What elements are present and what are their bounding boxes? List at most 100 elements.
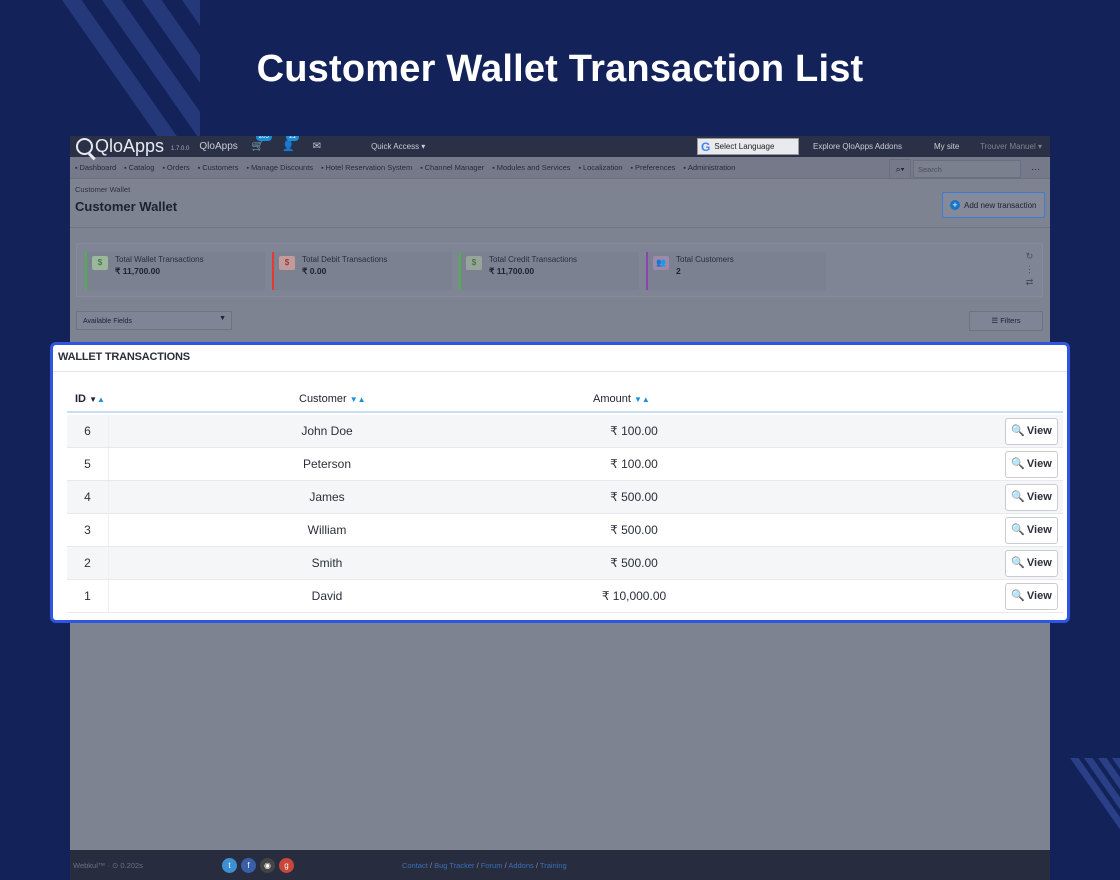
menu-item-dashboard[interactable]: Dashboard bbox=[75, 163, 116, 172]
table-row[interactable]: 4 James ₹ 500.00 🔍 View bbox=[67, 481, 1063, 514]
view-button[interactable]: 🔍 View bbox=[1005, 517, 1058, 544]
sort-desc-icon[interactable]: ▼ bbox=[350, 395, 358, 404]
logo-icon bbox=[76, 138, 93, 155]
sort-controls: ▼▲ bbox=[634, 395, 650, 404]
view-label: View bbox=[1026, 590, 1052, 602]
available-fields-select[interactable]: Available Fields ▼ bbox=[76, 311, 232, 330]
sort-desc-icon[interactable]: ▼ bbox=[89, 395, 97, 404]
search-input[interactable]: Search bbox=[913, 160, 1021, 178]
twitter-icon[interactable]: t bbox=[221, 857, 237, 873]
messages-notification[interactable]: ✉ bbox=[313, 141, 321, 152]
menu-item-modules[interactable]: Modules and Services bbox=[492, 163, 571, 172]
customers-notification[interactable]: 👤 21 bbox=[282, 136, 299, 152]
column-header-id: ID ▼▲ bbox=[75, 393, 105, 405]
users-icon: 👥 bbox=[653, 256, 669, 270]
kpi-total-credit: $ Total Credit Transactions ₹ 11,700.00 bbox=[459, 252, 639, 290]
menu-item-orders[interactable]: Orders bbox=[162, 163, 190, 172]
money-icon: $ bbox=[92, 256, 108, 270]
search-type-button[interactable]: ⌕▾ bbox=[889, 159, 911, 179]
view-button[interactable]: 🔍 View bbox=[1005, 550, 1058, 577]
kpi-tools: ↻ ⋮ ⇄ bbox=[1025, 250, 1034, 289]
view-button[interactable]: 🔍 View bbox=[1005, 583, 1058, 610]
breadcrumb[interactable]: Customer Wallet bbox=[75, 185, 130, 194]
caret-down-icon: ▼ bbox=[219, 315, 226, 322]
table-row[interactable]: 5 Peterson ₹ 100.00 🔍 View bbox=[67, 448, 1063, 481]
top-bar: QloApps 1.7.0.0 QloApps 🛒 205 👤 21 ✉ Quick… bbox=[70, 136, 1050, 157]
view-label: View bbox=[1026, 491, 1052, 503]
sort-asc-icon[interactable]: ▲ bbox=[642, 395, 650, 404]
footer-links: Contact / Bug Tracker / Forum / Addons /… bbox=[401, 860, 567, 870]
table-row[interactable]: 6 John Doe ₹ 100.00 🔍 View bbox=[67, 415, 1063, 448]
zoom-in-icon: 🔍 bbox=[1011, 590, 1025, 602]
cell-amount: ₹ 500.00 bbox=[610, 490, 658, 504]
kpi-total-customers: 👥 Total Customers 2 bbox=[646, 252, 826, 290]
cell-customer: David bbox=[311, 589, 343, 603]
footer-link-forum[interactable]: Forum bbox=[481, 861, 503, 870]
my-site-link[interactable]: My site bbox=[934, 142, 959, 151]
kpi-panel: $ Total Wallet Transactions ₹ 11,700.00 … bbox=[76, 243, 1043, 297]
view-button[interactable]: 🔍 View bbox=[1005, 451, 1058, 478]
refresh-icon[interactable]: ↻ bbox=[1025, 250, 1034, 263]
explore-addons-link[interactable]: Explore QloApps Addons bbox=[813, 142, 902, 151]
cell-id: 5 bbox=[67, 448, 109, 480]
facebook-icon[interactable]: f bbox=[240, 857, 256, 873]
footer-link-contact[interactable]: Contact bbox=[402, 861, 428, 870]
view-label: View bbox=[1026, 524, 1052, 536]
menu-item-hotel-reservation[interactable]: Hotel Reservation System bbox=[321, 163, 413, 172]
config-icon[interactable]: ⇄ bbox=[1025, 276, 1034, 289]
panel-title: WALLET TRANSACTIONS bbox=[53, 345, 1067, 372]
qloapps-logo[interactable]: QloApps bbox=[76, 136, 164, 157]
menu-item-customers[interactable]: Customers bbox=[198, 163, 238, 172]
kpi-label: Total Debit Transactions bbox=[302, 255, 388, 264]
cell-amount: ₹ 500.00 bbox=[610, 556, 658, 570]
page-title: Customer Wallet bbox=[75, 199, 178, 214]
menu-item-channel-manager[interactable]: Channel Manager bbox=[420, 163, 485, 172]
menu-item-localization[interactable]: Localization bbox=[579, 163, 623, 172]
orders-notification[interactable]: 🛒 205 bbox=[252, 136, 272, 152]
menu-item-administration[interactable]: Administration bbox=[683, 163, 736, 172]
kpi-total-wallet: $ Total Wallet Transactions ₹ 11,700.00 bbox=[85, 252, 265, 290]
table-row[interactable]: 1 David ₹ 10,000.00 🔍 View bbox=[67, 580, 1063, 613]
table-row[interactable]: 3 William ₹ 500.00 🔍 View bbox=[67, 514, 1063, 547]
cell-customer: Peterson bbox=[302, 457, 352, 471]
footer-link-bug-tracker[interactable]: Bug Tracker bbox=[434, 861, 474, 870]
decor-stripes-bottom-right bbox=[1050, 758, 1120, 838]
user-menu[interactable]: Trouver Manuel ▾ bbox=[980, 142, 1042, 151]
menu-item-manage-discounts[interactable]: Manage Discounts bbox=[247, 163, 313, 172]
available-fields-label: Available Fields bbox=[83, 318, 132, 325]
language-select[interactable]: G Select Language bbox=[697, 138, 799, 155]
menu-item-catalog[interactable]: Catalog bbox=[124, 163, 155, 172]
more-vertical-icon[interactable]: ⋮ bbox=[1025, 263, 1034, 276]
zoom-in-icon: 🔍 bbox=[1011, 557, 1025, 569]
menu-item-preferences[interactable]: Preferences bbox=[631, 163, 675, 172]
page-header: Customer Wallet Customer Wallet bbox=[70, 179, 1050, 228]
add-new-transaction-button[interactable]: + Add new transaction bbox=[942, 192, 1045, 218]
kpi-label: Total Wallet Transactions bbox=[115, 255, 204, 264]
cell-amount: ₹ 10,000.00 bbox=[601, 589, 667, 603]
google-plus-icon[interactable]: g bbox=[278, 857, 294, 873]
view-button[interactable]: 🔍 View bbox=[1005, 484, 1058, 511]
sort-desc-icon[interactable]: ▼ bbox=[634, 395, 642, 404]
more-menu-icon[interactable]: ··· bbox=[1031, 164, 1040, 174]
footer-link-training[interactable]: Training bbox=[540, 861, 567, 870]
column-amount-label: Amount bbox=[593, 393, 631, 405]
column-id-label: ID bbox=[75, 393, 86, 405]
shop-name-link[interactable]: QloApps bbox=[199, 141, 237, 152]
sort-controls: ▼▲ bbox=[89, 395, 105, 404]
table-row[interactable]: 2 Smith ₹ 500.00 🔍 View bbox=[67, 547, 1063, 580]
cell-id: 6 bbox=[67, 415, 109, 447]
filters-label: Filters bbox=[1000, 316, 1021, 325]
sort-asc-icon[interactable]: ▲ bbox=[358, 395, 366, 404]
cell-id: 1 bbox=[67, 580, 109, 612]
add-button-label: Add new transaction bbox=[964, 200, 1037, 210]
column-header-amount: Amount ▼▲ bbox=[593, 393, 650, 405]
filters-button[interactable]: ☰ Filters bbox=[969, 311, 1043, 331]
sort-asc-icon[interactable]: ▲ bbox=[97, 395, 105, 404]
view-button[interactable]: 🔍 View bbox=[1005, 418, 1058, 445]
column-customer-label: Customer bbox=[299, 393, 347, 405]
quick-access-dropdown[interactable]: Quick Access ▾ bbox=[371, 142, 425, 151]
github-icon[interactable]: ◉ bbox=[259, 857, 275, 873]
footer-link-addons[interactable]: Addons bbox=[508, 861, 533, 870]
envelope-icon: ✉ bbox=[312, 141, 322, 152]
view-label: View bbox=[1026, 425, 1052, 437]
